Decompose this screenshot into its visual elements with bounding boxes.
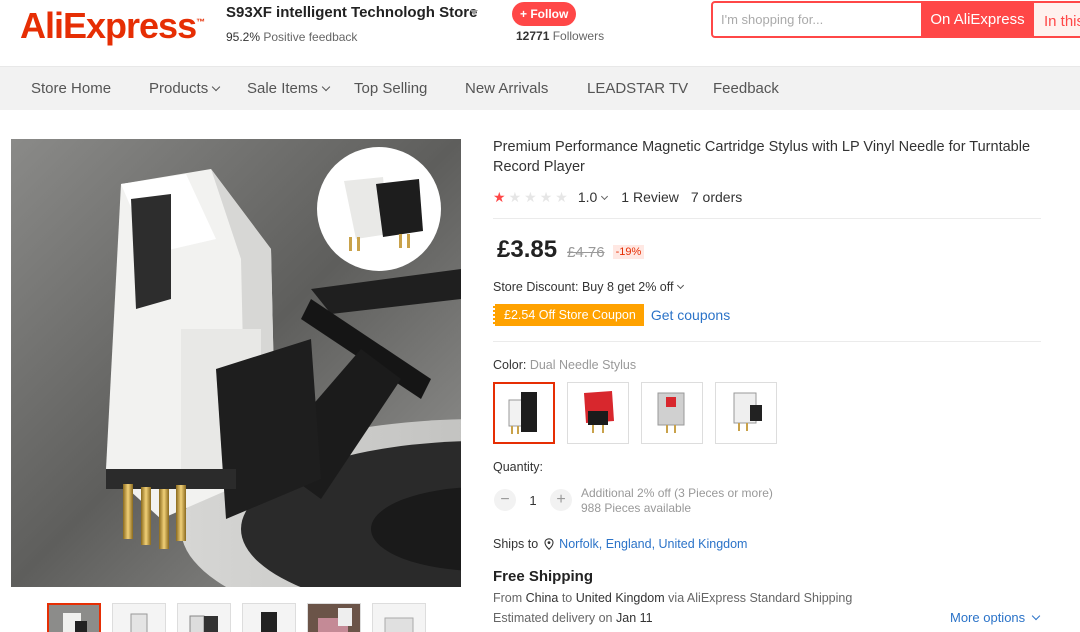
- current-price: £3.85: [497, 236, 558, 263]
- followers-info: 12771 Followers: [516, 29, 604, 43]
- search-bar: On AliExpress In this store: [711, 1, 1080, 38]
- nav-new-arrivals[interactable]: New Arrivals: [465, 67, 548, 111]
- feedback-label: Positive feedback: [263, 30, 358, 44]
- price-row: £3.85 £4.76 -19%: [497, 236, 645, 264]
- feedback-percentage: 95.2%: [226, 30, 261, 44]
- star-icon: ★: [555, 189, 568, 205]
- delivery-date: Jan 11: [616, 611, 653, 625]
- shipping-method: via AliExpress Standard Shipping: [668, 591, 853, 605]
- store-coupon-badge[interactable]: £2.54 Off Store Coupon: [493, 304, 644, 326]
- chevron-down-icon: [211, 82, 221, 92]
- original-price: £4.76: [567, 244, 605, 261]
- star-icon: ★: [524, 189, 537, 205]
- nav-store-home[interactable]: Store Home: [31, 67, 111, 111]
- ship-from-country: China: [525, 591, 559, 605]
- nav-products[interactable]: Products: [149, 67, 221, 111]
- followers-label: Followers: [552, 29, 605, 43]
- color-label: Color: Dual Needle Stylus: [493, 358, 637, 372]
- nav-leadstar-tv[interactable]: LEADSTAR TV: [587, 67, 688, 111]
- nav-top-selling[interactable]: Top Selling: [354, 67, 427, 111]
- quantity-info: Additional 2% off (3 Pieces or more) 988…: [581, 486, 773, 516]
- star-icon: ★: [493, 189, 506, 205]
- chevron-down-icon: [677, 281, 685, 290]
- search-aliexpress-button[interactable]: On AliExpress: [921, 1, 1034, 38]
- estimated-delivery: Estimated delivery on Jan 11: [493, 611, 653, 625]
- quantity-label: Quantity:: [493, 460, 544, 474]
- nav-sale-items[interactable]: Sale Items: [247, 67, 331, 111]
- thumbnail-2[interactable]: [112, 603, 166, 632]
- thumbnail-1[interactable]: [47, 603, 101, 632]
- pieces-available: 988 Pieces available: [581, 501, 692, 515]
- quantity-discount-note: Additional 2% off (3 Pieces or more): [581, 486, 773, 500]
- quantity-input[interactable]: [518, 489, 548, 511]
- followers-count: 12771: [516, 29, 550, 43]
- quantity-increase-button[interactable]: +: [550, 489, 572, 511]
- thumbnail-4[interactable]: [242, 603, 296, 632]
- ship-to-country: United Kingdom: [575, 591, 665, 605]
- more-options-link[interactable]: More options: [950, 610, 1041, 625]
- thumbnail-3[interactable]: [177, 603, 231, 632]
- orders-count: 7 orders: [690, 189, 743, 205]
- thumbnail-5[interactable]: [307, 603, 361, 632]
- color-swatch-white[interactable]: [715, 382, 777, 444]
- divider: [493, 341, 1041, 342]
- ships-to-location-link[interactable]: Norfolk, England, United Kingdom: [559, 537, 747, 551]
- store-discount[interactable]: Store Discount: Buy 8 get 2% off: [493, 280, 685, 294]
- reviews-link[interactable]: 1 Review: [621, 189, 679, 205]
- coupon-row: £2.54 Off Store Coupon Get coupons: [493, 304, 730, 326]
- color-swatch-red[interactable]: [567, 382, 629, 444]
- divider: [493, 218, 1041, 219]
- store-nav: Store Home Products Sale Items Top Selli…: [0, 66, 1080, 110]
- store-name[interactable]: S93XF intelligent Technologh Store: [226, 4, 477, 21]
- follow-button[interactable]: + Follow: [512, 2, 577, 26]
- ships-to-row: Ships to Norfolk, England, United Kingdo…: [493, 537, 747, 551]
- product-main-image[interactable]: [11, 139, 461, 587]
- store-discount-label: Store Discount:: [493, 280, 579, 294]
- star-rating: ★ ★ ★ ★ ★: [493, 190, 568, 204]
- store-header: AliExpress™ S93XF intelligent Technologh…: [0, 0, 1080, 66]
- color-selected-value: Dual Needle Stylus: [529, 358, 637, 372]
- star-icon: ★: [539, 189, 553, 205]
- ships-to-label: Ships to: [493, 537, 539, 551]
- rating-row: ★ ★ ★ ★ ★ 1.0 1 Review 7 orders: [493, 187, 742, 207]
- thumbnail-6[interactable]: [372, 603, 426, 632]
- aliexpress-logo[interactable]: AliExpress™: [20, 2, 205, 46]
- chevron-down-icon: [321, 82, 331, 92]
- color-swatch-dual-needle[interactable]: [493, 382, 555, 444]
- quantity-decrease-button[interactable]: −: [494, 489, 516, 511]
- search-input[interactable]: [721, 3, 917, 36]
- location-pin-icon: [544, 538, 554, 550]
- search-store-button[interactable]: In this store: [1034, 1, 1080, 38]
- free-shipping-label: Free Shipping: [493, 568, 594, 585]
- shipping-route: From China to United Kingdom via AliExpr…: [493, 591, 853, 605]
- star-icon: ★: [508, 189, 522, 205]
- chevron-down-icon[interactable]: [470, 10, 478, 15]
- rating-value[interactable]: 1.0: [578, 189, 609, 205]
- store-feedback: 95.2% Positive feedback: [226, 30, 357, 44]
- cartridge-photo: [11, 139, 461, 587]
- get-coupons-link[interactable]: Get coupons: [651, 307, 730, 323]
- product-title: Premium Performance Magnetic Cartridge S…: [493, 139, 1031, 175]
- nav-feedback[interactable]: Feedback: [713, 67, 779, 111]
- chevron-down-icon: [601, 192, 609, 201]
- discount-badge: -19%: [612, 245, 645, 259]
- color-swatch-silver[interactable]: [641, 382, 703, 444]
- store-discount-text: Buy 8 get 2% off: [581, 280, 674, 294]
- chevron-down-icon: [1031, 611, 1041, 620]
